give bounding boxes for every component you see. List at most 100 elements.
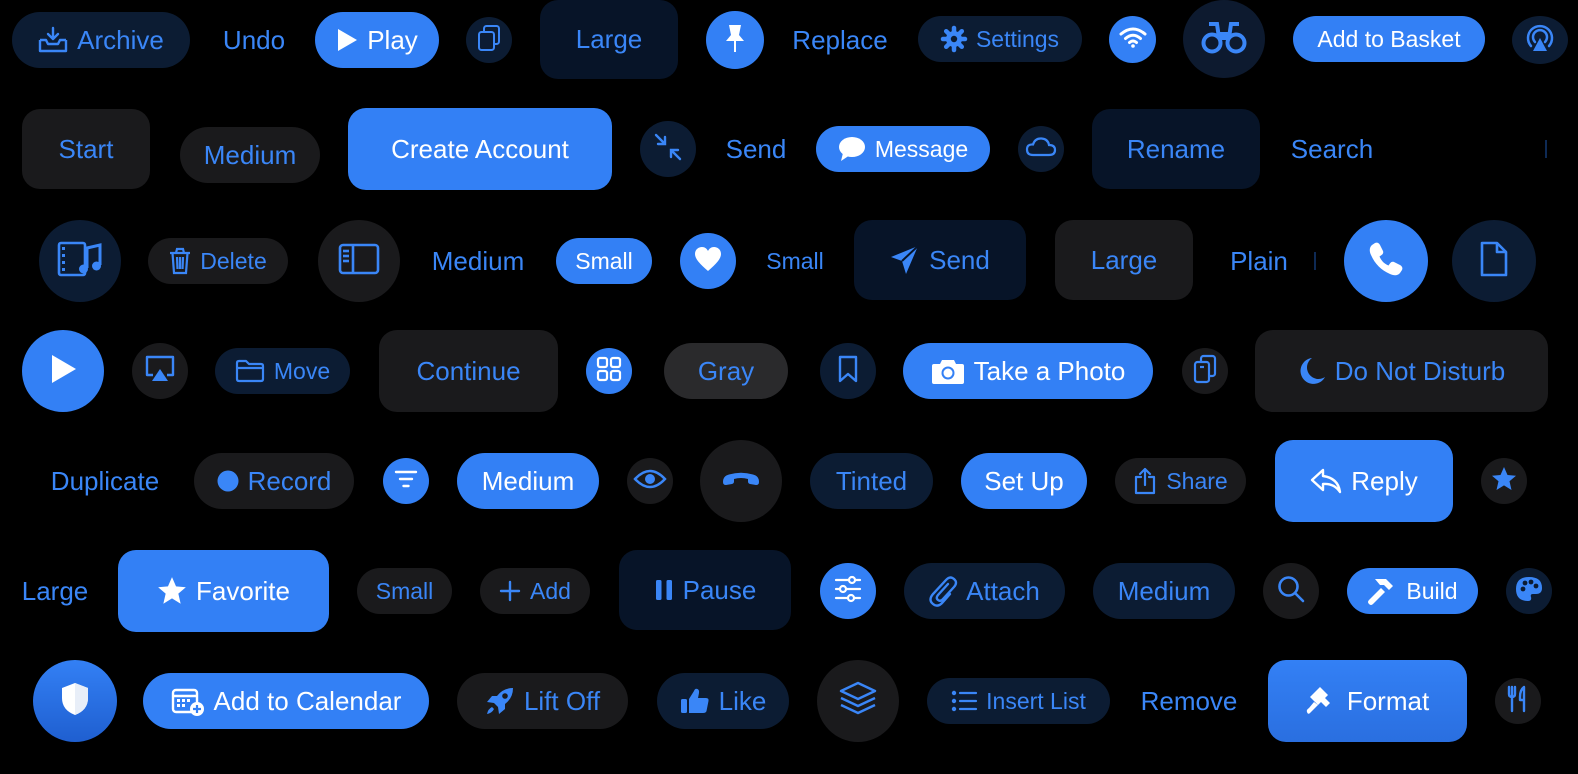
- sidebar-button[interactable]: [318, 220, 400, 302]
- medium-filled-button[interactable]: Medium: [457, 453, 599, 509]
- paintbrush-icon: [1306, 685, 1338, 717]
- medium-tinted-button[interactable]: Medium: [1093, 563, 1235, 619]
- large-label: Large: [575, 24, 643, 54]
- record-button[interactable]: Record: [194, 453, 354, 509]
- play-button[interactable]: Play: [315, 12, 439, 68]
- binoculars-button[interactable]: [1183, 0, 1265, 78]
- large-button[interactable]: Large: [540, 0, 678, 79]
- gray-button[interactable]: Gray: [664, 343, 788, 399]
- remove-button[interactable]: Remove: [1128, 673, 1250, 729]
- favorite-label: Favorite: [196, 575, 290, 606]
- device-copy-button[interactable]: [1182, 348, 1228, 394]
- continue-button[interactable]: Continue: [379, 330, 558, 412]
- search-text-button[interactable]: Search: [1277, 121, 1387, 177]
- folder-icon: [235, 359, 265, 383]
- eye-button[interactable]: [627, 458, 673, 504]
- palette-icon: [1515, 576, 1543, 607]
- play-large-icon: [49, 354, 77, 389]
- favorite-button[interactable]: Favorite: [118, 550, 329, 632]
- send-text-button[interactable]: Send: [712, 121, 800, 177]
- plain-button[interactable]: Plain: [1213, 233, 1305, 289]
- message-button[interactable]: Message: [816, 126, 990, 172]
- do-not-disturb-button[interactable]: Do Not Disturb: [1255, 330, 1548, 412]
- insert-list-button[interactable]: Insert List: [927, 678, 1110, 724]
- medium-label: Medium: [203, 139, 297, 170]
- add-to-calendar-button[interactable]: Add to Calendar: [143, 673, 429, 729]
- heart-button[interactable]: [680, 233, 736, 289]
- wifi-button[interactable]: [1109, 16, 1156, 63]
- star-button[interactable]: [1481, 458, 1527, 504]
- bookmark-button[interactable]: [820, 343, 876, 399]
- play-label: Play: [367, 24, 418, 55]
- lift-off-button[interactable]: Lift Off: [457, 673, 628, 729]
- palette-button[interactable]: [1506, 568, 1552, 614]
- search-button[interactable]: [1263, 563, 1319, 619]
- undo-button[interactable]: Undo: [205, 12, 303, 68]
- duplicate-label: Duplicate: [50, 465, 160, 496]
- grid-button[interactable]: [586, 348, 632, 394]
- start-button[interactable]: Start: [22, 109, 150, 189]
- gray-label: Gray: [697, 355, 755, 386]
- send-label: Send: [725, 133, 787, 164]
- move-button[interactable]: Move: [215, 348, 350, 394]
- set-up-button[interactable]: Set Up: [961, 453, 1087, 509]
- medium-button[interactable]: Medium: [180, 127, 320, 183]
- end-call-button[interactable]: [700, 440, 782, 522]
- add-to-basket-button[interactable]: Add to Basket: [1293, 16, 1485, 62]
- doc-on-doc-icon: [477, 24, 501, 56]
- copy-document-button[interactable]: [466, 17, 512, 63]
- archive-button[interactable]: Archive: [12, 12, 190, 68]
- duplicate-button[interactable]: Duplicate: [30, 453, 180, 509]
- create-account-button[interactable]: Create Account: [348, 108, 612, 190]
- phone-button[interactable]: [1344, 220, 1428, 302]
- shield-button[interactable]: [33, 660, 117, 742]
- sliders-button[interactable]: [820, 563, 876, 619]
- calendar-badge-plus-icon: [171, 686, 205, 716]
- pause-button[interactable]: Pause: [619, 550, 791, 630]
- media-library-button[interactable]: [39, 220, 121, 302]
- like-button[interactable]: Like: [657, 673, 789, 729]
- rename-button[interactable]: Rename: [1092, 109, 1260, 189]
- rename-label: Rename: [1126, 133, 1226, 164]
- play-large-button[interactable]: [22, 330, 104, 412]
- stack-layers-icon: [839, 681, 877, 722]
- share-button[interactable]: Share: [1115, 458, 1246, 504]
- collapse-button[interactable]: [640, 121, 696, 177]
- build-button[interactable]: Build: [1347, 568, 1478, 614]
- message-label: Message: [874, 135, 969, 162]
- replace-button[interactable]: Replace: [780, 12, 900, 68]
- search-icon: [1277, 575, 1305, 608]
- medium-plain-button[interactable]: Medium: [415, 233, 541, 289]
- airplay-video-button[interactable]: [132, 343, 188, 399]
- fork-knife-button[interactable]: [1495, 678, 1541, 724]
- do-not-disturb-label: Do Not Disturb: [1334, 355, 1506, 386]
- airplay-audio-button[interactable]: [1512, 16, 1568, 64]
- reply-button[interactable]: Reply: [1275, 440, 1453, 522]
- send-button[interactable]: Send: [854, 220, 1026, 300]
- attach-button[interactable]: Attach: [904, 563, 1065, 619]
- layers-button[interactable]: [817, 660, 899, 742]
- tinted-button[interactable]: Tinted: [810, 453, 933, 509]
- format-button[interactable]: Format: [1268, 660, 1467, 742]
- take-a-photo-button[interactable]: Take a Photo: [903, 343, 1153, 399]
- lift-off-label: Lift Off: [523, 685, 601, 716]
- share-icon: [1133, 467, 1157, 495]
- phone-copy-icon: [1193, 354, 1217, 388]
- moon-icon: [1298, 356, 1326, 386]
- cloud-button[interactable]: [1018, 126, 1064, 172]
- share-label: Share: [1166, 467, 1228, 494]
- small-gray-button[interactable]: Small: [357, 568, 452, 614]
- airplay-audio-icon: [1525, 24, 1555, 57]
- pin-button[interactable]: [706, 11, 764, 69]
- settings-button[interactable]: Settings: [918, 16, 1082, 62]
- large-gray-button[interactable]: Large: [1055, 220, 1193, 300]
- large-plain-button[interactable]: Large: [8, 563, 102, 619]
- add-button[interactable]: Add: [480, 568, 590, 614]
- filter-button[interactable]: [383, 458, 429, 504]
- set-up-label: Set Up: [984, 465, 1064, 496]
- small-plain-button[interactable]: Small: [754, 238, 836, 284]
- delete-button[interactable]: Delete: [148, 238, 288, 284]
- settings-label: Settings: [975, 25, 1060, 52]
- small-button[interactable]: Small: [556, 238, 652, 284]
- document-button[interactable]: [1452, 220, 1536, 302]
